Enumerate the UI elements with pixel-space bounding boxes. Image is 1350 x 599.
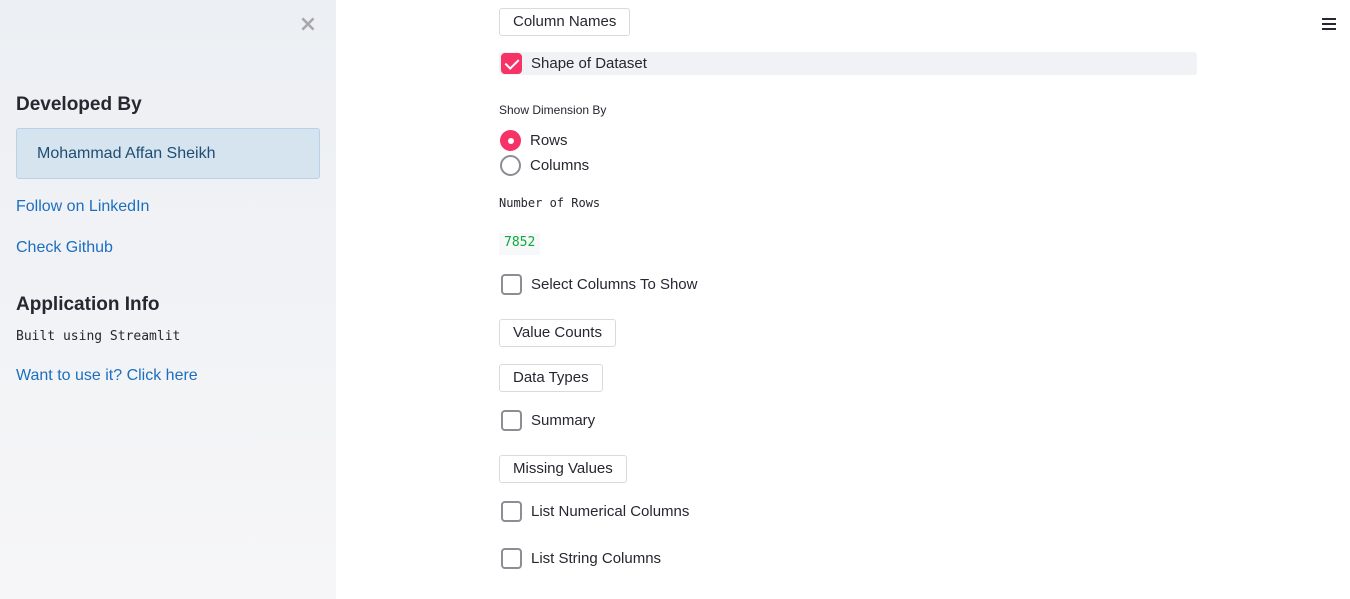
shape-of-dataset-checkbox[interactable]: Shape of Dataset bbox=[499, 52, 1197, 75]
data-types-button[interactable]: Data Types bbox=[499, 364, 603, 392]
radio-columns-label: Columns bbox=[530, 157, 590, 174]
number-of-rows-label: Number of Rows bbox=[499, 196, 601, 210]
application-info-heading: Application Info bbox=[16, 294, 160, 315]
select-columns-box[interactable] bbox=[501, 273, 522, 295]
value-counts-button[interactable]: Value Counts bbox=[499, 319, 616, 347]
list-numerical-columns-box[interactable] bbox=[501, 500, 522, 522]
sidebar: × Developed By Mohammad Affan Sheikh Fol… bbox=[0, 0, 336, 599]
linkedin-link[interactable]: Follow on LinkedIn bbox=[16, 198, 149, 216]
use-app-link[interactable]: Want to use it? Click here bbox=[16, 367, 198, 385]
radio-columns-indicator[interactable] bbox=[500, 155, 521, 176]
radio-rows-indicator[interactable] bbox=[500, 130, 521, 151]
list-numerical-columns-checkbox[interactable]: List Numerical Columns bbox=[499, 499, 689, 523]
developed-by-heading: Developed By bbox=[16, 94, 142, 115]
summary-box[interactable] bbox=[501, 409, 522, 431]
column-names-button[interactable]: Column Names bbox=[499, 8, 631, 36]
list-numerical-columns-label: List Numerical Columns bbox=[531, 502, 690, 520]
summary-checkbox[interactable]: Summary bbox=[499, 408, 595, 432]
shape-of-dataset-label: Shape of Dataset bbox=[531, 55, 647, 72]
radio-rows-label: Rows bbox=[530, 132, 568, 149]
developer-info-box: Mohammad Affan Sheikh bbox=[16, 128, 320, 179]
list-string-columns-checkbox[interactable]: List String Columns bbox=[499, 546, 661, 570]
summary-label: Summary bbox=[531, 411, 596, 429]
list-string-columns-box[interactable] bbox=[501, 547, 522, 569]
close-icon[interactable]: × bbox=[298, 14, 318, 36]
checkmark-icon[interactable] bbox=[501, 53, 522, 74]
select-columns-label: Select Columns To Show bbox=[531, 275, 698, 293]
built-using-text: Built using Streamlit bbox=[16, 329, 181, 344]
list-string-columns-label: List String Columns bbox=[531, 549, 662, 567]
show-dimension-label: Show Dimension By bbox=[499, 103, 607, 117]
number-of-rows-value: 7852 bbox=[499, 233, 541, 255]
radio-columns[interactable]: Columns bbox=[499, 155, 589, 176]
missing-values-button[interactable]: Missing Values bbox=[499, 455, 627, 483]
radio-rows[interactable]: Rows bbox=[499, 130, 568, 151]
hamburger-menu-icon[interactable] bbox=[1320, 18, 1338, 34]
github-link[interactable]: Check Github bbox=[16, 239, 113, 257]
select-columns-checkbox[interactable]: Select Columns To Show bbox=[499, 272, 697, 296]
developer-name: Mohammad Affan Sheikh bbox=[37, 145, 216, 162]
